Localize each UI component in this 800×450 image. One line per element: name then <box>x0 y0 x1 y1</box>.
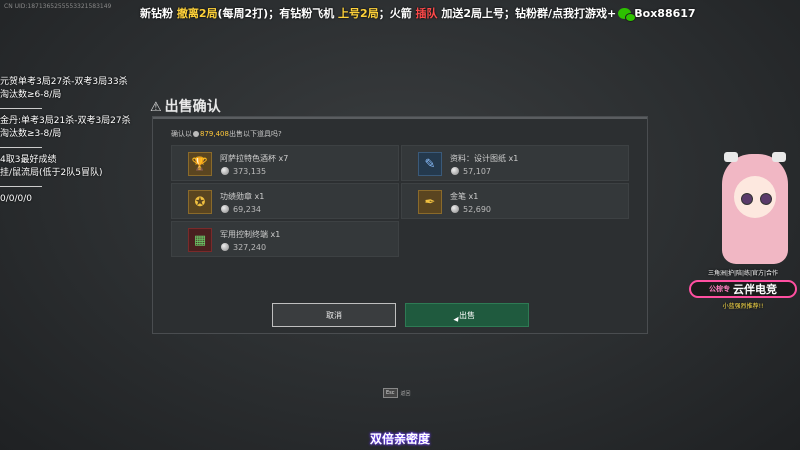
item-price-value: 57,107 <box>463 167 491 176</box>
sell-item[interactable]: ▦ 军用控制终端 x1 327,240 <box>171 221 399 257</box>
coin-icon <box>221 243 229 251</box>
stream-subtitle: 双倍亲密度 <box>369 432 430 446</box>
banner-text-7: 加送2局上号；钻粉群/点我打游戏+ <box>437 7 617 20</box>
gold-pen-icon: ✒ <box>418 190 442 214</box>
sponsor-main: 云伴电竞 <box>733 283 777 296</box>
item-price-value: 327,240 <box>233 243 267 252</box>
hair-bow-icon <box>724 152 738 162</box>
item-price-value: 373,135 <box>233 167 267 176</box>
info-line: 0/0/0/0 <box>0 194 33 204</box>
item-name: 军用控制终端 x1 <box>220 230 281 239</box>
banner-text-3: (每周2打)；有钻粉飞机 <box>217 7 339 20</box>
confirm-question: 确认以 879,408出售以下道具吗? <box>171 129 282 139</box>
sponsor-badge: 三角洲|护|陪|练|官方|合作 公棕专 云伴电竞 小蓝强烈推荐!! <box>686 268 800 323</box>
sponsor-tagline: 三角洲|护|陪|练|官方|合作 <box>707 270 779 277</box>
goblet-icon: 🏆 <box>188 152 212 176</box>
banner-text-4: 上号2局 <box>338 7 379 20</box>
sell-confirm-dialog: 确认以 879,408出售以下道具吗? 🏆 阿萨拉特色酒杯 x7 373,135 … <box>152 116 648 334</box>
blueprint-icon: ✎ <box>418 152 442 176</box>
banner-text-8: Box88617 <box>634 7 696 20</box>
divider <box>0 108 42 109</box>
item-price: 57,107 <box>450 167 491 176</box>
item-price: 327,240 <box>220 243 266 252</box>
dialog-title: ⚠ 出售确认 <box>150 96 221 116</box>
question-suffix: 出售以下道具吗? <box>228 130 282 138</box>
uid-label: CN UID:1871365255553321583149 <box>4 3 112 10</box>
banner-text-6: 插队 <box>415 7 438 20</box>
total-amount: 879,408 <box>200 130 229 138</box>
terminal-icon: ▦ <box>188 228 212 252</box>
esc-hint-label: 返回 <box>400 390 411 397</box>
sponsor-name: 公棕专 云伴电竞 <box>689 280 797 298</box>
item-price-value: 69,234 <box>233 205 261 214</box>
item-name: 资料：设计图纸 x1 <box>450 154 519 163</box>
sell-button[interactable]: 出售 <box>405 303 529 327</box>
streamer-avatar <box>710 148 800 276</box>
info-line: 淘汰数≥3-8/局 <box>0 129 62 139</box>
item-name: 金笔 x1 <box>450 192 479 201</box>
divider <box>0 186 42 187</box>
item-price: 69,234 <box>220 205 261 214</box>
avatar-eye <box>741 193 753 205</box>
info-line: 金丹:单考3局21杀-双考3局27杀 <box>0 116 131 126</box>
item-name: 阿萨拉特色酒杯 x7 <box>220 154 289 163</box>
coin-icon <box>193 131 199 137</box>
sell-item[interactable]: ✪ 功绩勋章 x1 69,234 <box>171 183 399 219</box>
info-line: 4取3最好成绩 <box>0 155 57 165</box>
sponsor-recommend: 小蓝强烈推荐!! <box>722 303 764 310</box>
dialog-title-text: 出售确认 <box>164 99 221 115</box>
banner-text-5: ；火箭 <box>378 7 416 20</box>
left-info-panel: 元贺单考3局27杀-双考3局33杀 淘汰数≥6-8/局 金丹:单考3局21杀-双… <box>0 76 140 206</box>
sponsor-prefix: 公棕专 <box>709 285 730 293</box>
medal-icon: ✪ <box>188 190 212 214</box>
avatar-eye <box>760 193 772 205</box>
sell-item[interactable]: ✒ 金笔 x1 52,690 <box>401 183 629 219</box>
sell-item[interactable]: 🏆 阿萨拉特色酒杯 x7 373,135 <box>171 145 399 181</box>
info-line: 挂/鼠流局(低于2队5冒队) <box>0 168 103 178</box>
wechat-icon <box>618 8 637 22</box>
stream-banner: 新钻粉 撤离2局(每周2打)；有钻粉飞机 上号2局；火箭 插队 加送2局上号；钻… <box>140 5 696 22</box>
coin-icon <box>451 167 459 175</box>
item-name: 功绩勋章 x1 <box>220 192 265 201</box>
coin-icon <box>221 205 229 213</box>
item-price-value: 52,690 <box>463 205 491 214</box>
banner-text-2: 撤离2局 <box>176 7 218 20</box>
esc-key-icon: Esc <box>383 388 398 398</box>
hair-bow-icon <box>772 152 786 162</box>
warning-icon: ⚠ <box>150 100 162 115</box>
coin-icon <box>221 167 229 175</box>
item-price: 52,690 <box>450 205 491 214</box>
coin-icon <box>451 205 459 213</box>
question-prefix: 确认以 <box>171 130 192 138</box>
esc-hint[interactable]: Esc 返回 <box>383 388 411 398</box>
info-line: 元贺单考3局27杀-双考3局33杀 <box>0 77 128 87</box>
info-line: 淘汰数≥6-8/局 <box>0 90 62 100</box>
sell-item[interactable]: ✎ 资料：设计图纸 x1 57,107 <box>401 145 629 181</box>
item-price: 373,135 <box>220 167 266 176</box>
cancel-button[interactable]: 取消 <box>272 303 396 327</box>
divider <box>0 147 42 148</box>
banner-text-1: 新钻粉 <box>140 7 177 20</box>
